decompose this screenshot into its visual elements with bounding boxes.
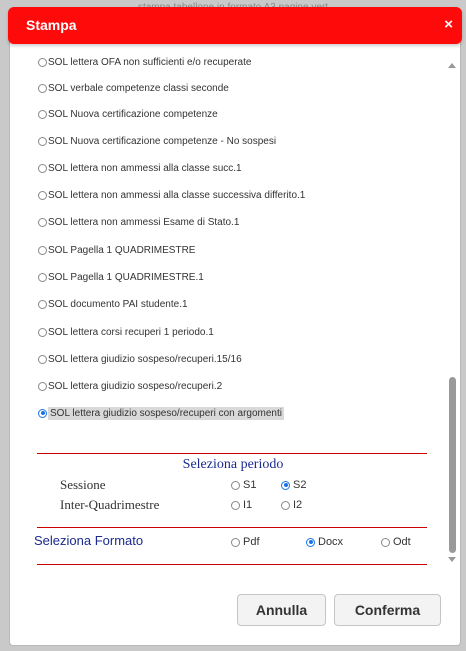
list-item[interactable]: SOL lettera giudizio sospeso/recuperi co… [38,404,284,422]
print-dialog: SOL lettera OFA non sufficienti e/o recu… [9,18,461,646]
list-item[interactable]: SOL verbale competenze classi seconde [38,79,229,97]
option-label: Docx [318,536,344,548]
list-item[interactable]: SOL lettera giudizio sospeso/recuperi.2 [38,377,222,395]
list-item-label: SOL lettera non ammessi alla classe succ… [48,189,306,201]
radio-icon[interactable] [38,272,47,282]
divider [37,453,427,454]
list-item-label: SOL lettera giudizio sospeso/recuperi.2 [48,380,223,392]
option-label: I1 [243,499,253,511]
radio-icon[interactable] [38,109,47,119]
radio-icon[interactable] [38,57,47,67]
sessione-option-s1[interactable]: S1 [231,479,256,491]
radio-icon[interactable] [38,381,47,391]
radio-icon[interactable] [38,354,47,364]
radio-icon[interactable] [231,500,240,510]
scroll-down-icon[interactable] [448,557,456,562]
radio-icon[interactable] [231,480,240,490]
option-label: Odt [393,536,411,548]
list-item[interactable]: SOL Pagella 1 QUADRIMESTRE [38,241,195,259]
dialog-title: Stampa [26,17,77,33]
list-item[interactable]: SOL lettera corsi recuperi 1 periodo.1 [38,323,214,341]
list-item[interactable]: SOL Nuova certificazione competenze [38,105,218,123]
list-item-label: SOL Nuova certificazione competenze [48,108,218,120]
option-label: Pdf [243,536,260,548]
list-item[interactable]: SOL lettera non ammessi alla classe succ… [38,159,242,177]
radio-icon[interactable] [38,299,47,309]
radio-icon[interactable] [38,83,47,93]
cancel-button[interactable]: Annulla [237,594,326,626]
list-item[interactable]: SOL documento PAI studente.1 [38,295,188,313]
list-item-label: SOL lettera non ammessi Esame di Stato.1 [48,216,240,228]
format-option-pdf[interactable]: Pdf [231,536,260,548]
inter-option-i1[interactable]: I1 [231,499,252,511]
scroll-up-icon[interactable] [448,63,456,68]
format-section-title: Seleziona Formato [34,533,144,548]
sessione-label: Sessione [60,477,106,492]
format-option-odt[interactable]: Odt [381,536,411,548]
list-item-label: SOL Pagella 1 QUADRIMESTRE.1 [48,271,204,283]
option-label: I2 [293,499,303,511]
list-item-label: SOL verbale competenze classi seconde [48,82,229,94]
list-item[interactable]: SOL Pagella 1 QUADRIMESTRE.1 [38,268,204,286]
radio-icon[interactable] [38,245,47,255]
radio-icon[interactable] [281,500,290,510]
sessione-option-s2[interactable]: S2 [281,479,306,491]
list-item-label: SOL lettera OFA non sufficienti e/o recu… [48,56,252,68]
list-item[interactable]: SOL lettera giudizio sospeso/recuperi.15… [38,350,242,368]
list-item-label: SOL documento PAI studente.1 [48,298,188,310]
radio-selected-icon[interactable] [281,480,290,490]
list-item-label: SOL lettera giudizio sospeso/recuperi co… [48,406,284,420]
list-item-label: SOL Nuova certificazione competenze - No… [48,135,277,147]
divider [37,527,427,528]
radio-icon[interactable] [231,537,240,547]
option-label: S1 [243,479,257,491]
radio-selected-icon[interactable] [306,537,315,547]
radio-icon[interactable] [38,136,47,146]
radio-icon[interactable] [38,217,47,227]
confirm-button[interactable]: Conferma [334,594,441,626]
radio-icon[interactable] [381,537,390,547]
dialog-titlebar: Stampa × [8,7,462,44]
list-item[interactable]: SOL lettera non ammessi Esame di Stato.1 [38,213,239,231]
inter-option-i2[interactable]: I2 [281,499,302,511]
list-item[interactable]: SOL lettera non ammessi alla classe succ… [38,186,305,204]
option-label: S2 [293,479,307,491]
list-item[interactable]: SOL Nuova certificazione competenze - No… [38,132,276,150]
divider [37,564,427,565]
scrollbar[interactable] [446,56,458,576]
list-item-label: SOL lettera corsi recuperi 1 periodo.1 [48,326,214,338]
radio-icon[interactable] [38,327,47,337]
radio-selected-icon[interactable] [38,408,47,418]
period-section-title: Seleziona periodo [182,457,284,472]
format-option-docx[interactable]: Docx [306,536,343,548]
list-item-label: SOL Pagella 1 QUADRIMESTRE [48,244,196,256]
radio-icon[interactable] [38,190,47,200]
list-item-label: SOL lettera giudizio sospeso/recuperi.15… [48,353,242,365]
list-item[interactable]: SOL lettera OFA non sufficienti e/o recu… [38,53,251,71]
close-icon[interactable]: × [444,16,453,33]
inter-quadrimestre-label: Inter-Quadrimestre [60,497,160,512]
list-item-label: SOL lettera non ammessi alla classe succ… [48,162,242,174]
radio-icon[interactable] [38,163,47,173]
